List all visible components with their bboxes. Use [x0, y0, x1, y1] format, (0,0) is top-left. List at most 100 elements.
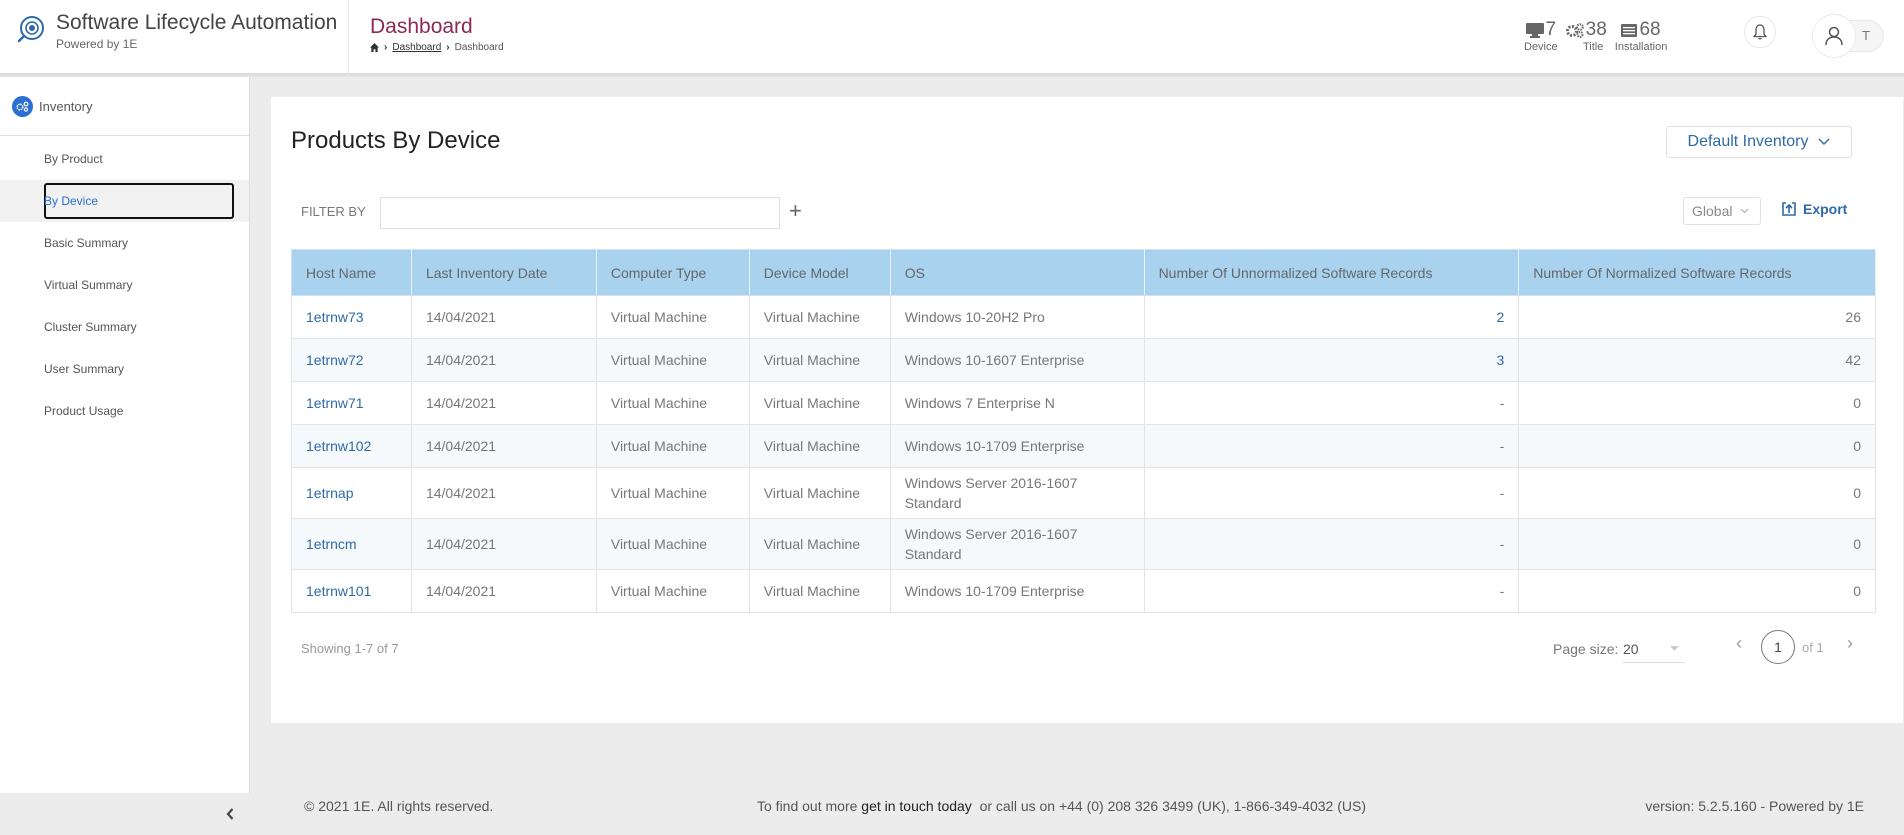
table-header-row: Host Name Last Inventory Date Computer T…	[291, 249, 1876, 296]
list-icon	[1621, 23, 1638, 37]
os: Windows 10-20H2 Pro	[889, 295, 1145, 339]
page-title: Dashboard	[370, 15, 473, 38]
chevron-down-icon	[1741, 208, 1749, 214]
sidebar-item-cluster-summary[interactable]: Cluster Summary	[0, 306, 249, 348]
column-header-normalized-records[interactable]: Number Of Normalized Software Records	[1518, 249, 1876, 296]
os: Windows 10-1709 Enterprise	[889, 424, 1145, 468]
table-row: 1etrnw73 14/04/2021 Virtual Machine Virt…	[291, 295, 1876, 339]
normalized-records: 26	[1518, 295, 1876, 339]
sidebar-collapse-button[interactable]	[0, 793, 250, 835]
sidebar-item-virtual-summary[interactable]: Virtual Summary	[0, 264, 249, 306]
scope-select-value: Global	[1692, 203, 1733, 219]
column-header-unnormalized-records[interactable]: Number Of Unnormalized Software Records	[1143, 249, 1520, 296]
stat-title[interactable]: 38 Title	[1565, 20, 1607, 53]
column-header-device-model[interactable]: Device Model	[748, 249, 891, 296]
chevron-right-icon: ›	[446, 42, 450, 53]
normalized-records: 0	[1518, 467, 1876, 519]
stat-installation[interactable]: 68 Installation	[1614, 20, 1668, 54]
filter-input[interactable]	[380, 197, 780, 229]
stat-installation-label: Installation	[1614, 41, 1668, 53]
sidebar-item-basic-summary[interactable]: Basic Summary	[0, 222, 249, 264]
sidebar-item-by-product[interactable]: By Product	[0, 138, 249, 180]
normalized-records: 42	[1518, 338, 1876, 382]
export-label: Export	[1803, 201, 1848, 217]
computer-type: Virtual Machine	[595, 381, 750, 425]
get-in-touch-link[interactable]: get in touch today	[861, 798, 972, 814]
table-row: 1etrnw72 14/04/2021 Virtual Machine Virt…	[291, 338, 1876, 382]
device-model: Virtual Machine	[748, 424, 891, 468]
last-inventory-date: 14/04/2021	[410, 467, 597, 519]
current-page-indicator[interactable]: 1	[1761, 630, 1795, 664]
stat-device-label: Device	[1524, 41, 1558, 53]
unnormalized-records-link[interactable]: 2	[1143, 295, 1520, 339]
device-model: Virtual Machine	[748, 569, 891, 613]
unnormalized-records-link[interactable]: 3	[1143, 338, 1520, 382]
computer-type: Virtual Machine	[595, 518, 750, 570]
os: Windows Server 2016-1607 Standard	[889, 518, 1145, 570]
home-icon[interactable]	[370, 43, 379, 52]
unnormalized-records: -	[1143, 424, 1520, 468]
user-initial[interactable]: T	[1862, 28, 1870, 43]
host-name-link[interactable]: 1etrnw72	[291, 338, 412, 382]
host-name-link[interactable]: 1etrncm	[291, 518, 412, 570]
last-inventory-date: 14/04/2021	[410, 518, 597, 570]
host-name-link[interactable]: 1etrnw101	[291, 569, 412, 613]
table-row: 1etrnap 14/04/2021 Virtual Machine Virtu…	[291, 467, 1876, 519]
sidebar-nav: By Product By Device Basic Summary Virtu…	[0, 138, 249, 432]
page-size-value: 20	[1623, 640, 1639, 657]
unnormalized-records: -	[1143, 569, 1520, 613]
table-row: 1etrncm 14/04/2021 Virtual Machine Virtu…	[291, 518, 1876, 570]
last-inventory-date: 14/04/2021	[410, 569, 597, 613]
user-avatar[interactable]	[1812, 14, 1856, 58]
sidebar-section-inventory[interactable]: Inventory	[0, 77, 249, 136]
chevron-down-icon	[1818, 138, 1830, 145]
add-filter-button[interactable]: +	[789, 198, 802, 224]
column-header-os[interactable]: OS	[889, 249, 1145, 296]
copyright: © 2021 1E. All rights reserved.	[304, 798, 494, 814]
contact-prefix: To find out more	[757, 798, 862, 814]
host-name-link[interactable]: 1etrnw71	[291, 381, 412, 425]
column-header-last-inventory-date[interactable]: Last Inventory Date	[410, 249, 597, 296]
os: Windows 7 Enterprise N	[889, 381, 1145, 425]
table-row: 1etrnw71 14/04/2021 Virtual Machine Virt…	[291, 381, 1876, 425]
notifications-button[interactable]	[1744, 16, 1776, 48]
stat-title-label: Title	[1583, 41, 1604, 53]
devices-table: Host Name Last Inventory Date Computer T…	[291, 249, 1876, 613]
chevron-right-icon: ›	[1847, 633, 1853, 653]
sidebar-item-by-device[interactable]: By Device	[0, 180, 249, 222]
sidebar-item-label: By Product	[44, 152, 103, 166]
normalized-records: 0	[1518, 424, 1876, 468]
brand[interactable]: Software Lifecycle Automation Powered by…	[16, 10, 337, 51]
caret-down-icon	[1670, 646, 1679, 651]
app-subtitle: Powered by 1E	[56, 37, 138, 51]
breadcrumb-link-dashboard[interactable]: Dashboard	[392, 42, 441, 53]
next-page-button[interactable]: ›	[1847, 633, 1853, 654]
device-model: Virtual Machine	[748, 295, 891, 339]
normalized-records: 0	[1518, 381, 1876, 425]
chevron-left-icon	[226, 808, 234, 820]
previous-page-button[interactable]: ‹	[1736, 633, 1742, 654]
device-model: Virtual Machine	[748, 518, 891, 570]
export-button[interactable]: Export	[1781, 201, 1847, 217]
host-name-link[interactable]: 1etrnw73	[291, 295, 412, 339]
main-card: Products By Device Default Inventory FIL…	[271, 97, 1903, 723]
page-size-label: Page size:	[1553, 641, 1619, 657]
unnormalized-records: -	[1143, 381, 1520, 425]
last-inventory-date: 14/04/2021	[410, 338, 597, 382]
normalized-records: 0	[1518, 518, 1876, 570]
column-header-computer-type[interactable]: Computer Type	[595, 249, 750, 296]
user-icon	[1825, 26, 1843, 46]
sidebar-item-user-summary[interactable]: User Summary	[0, 348, 249, 390]
host-name-link[interactable]: 1etrnap	[291, 467, 412, 519]
page-header: Dashboard › Dashboard › Dashboard	[370, 14, 504, 53]
stat-device[interactable]: 7 Device	[1524, 20, 1558, 54]
sidebar-item-product-usage[interactable]: Product Usage	[0, 390, 249, 432]
host-name-link[interactable]: 1etrnw102	[291, 424, 412, 468]
contact-suffix: or call us on +44 (0) 208 326 3499 (UK),…	[971, 798, 1366, 814]
scope-select[interactable]: Global	[1683, 197, 1761, 225]
page-size-select[interactable]: 20	[1623, 635, 1685, 663]
column-header-host-name[interactable]: Host Name	[291, 249, 412, 296]
device-model: Virtual Machine	[748, 381, 891, 425]
bell-icon	[1753, 24, 1767, 40]
inventory-select[interactable]: Default Inventory	[1666, 126, 1852, 158]
